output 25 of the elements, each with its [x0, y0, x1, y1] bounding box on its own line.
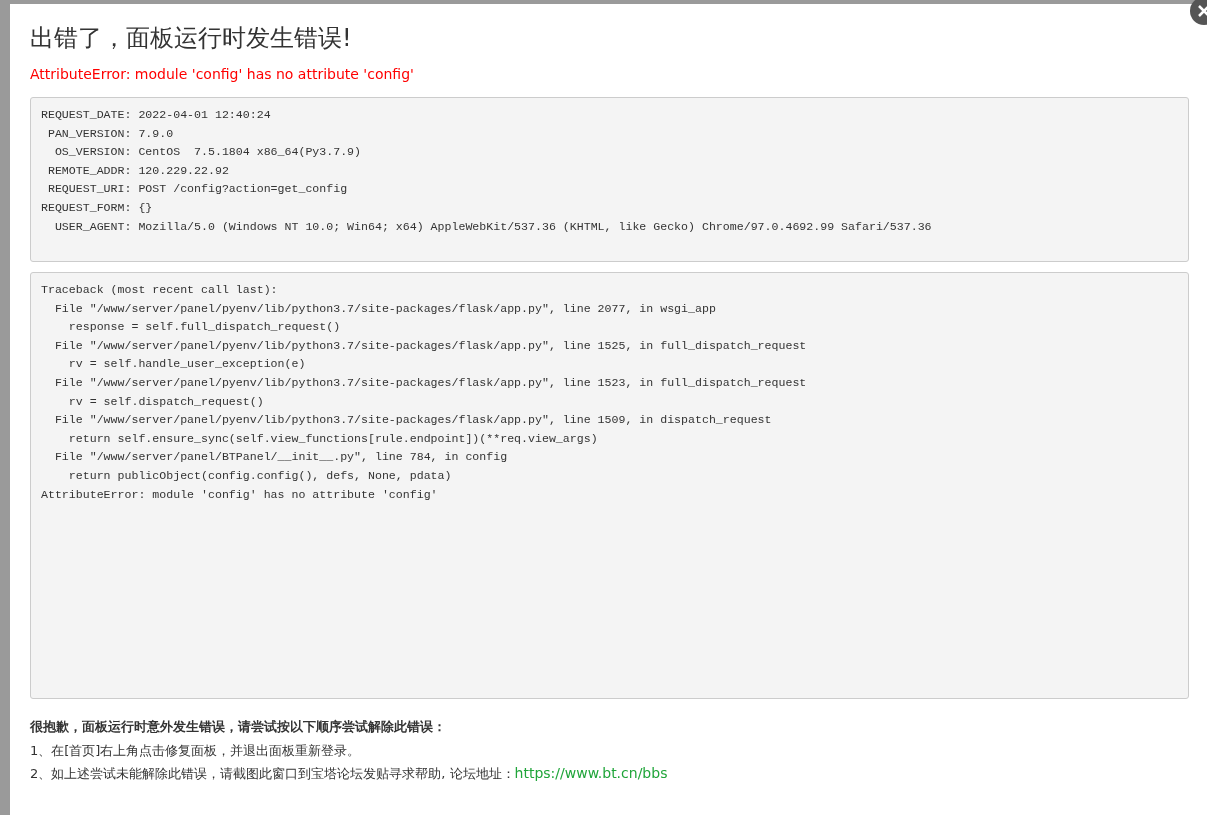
error-message: AttributeError: module 'config' has no attribute 'config' [30, 65, 415, 84]
forum-link[interactable]: https://www.bt.cn/bbs [514, 765, 668, 781]
code-line: return publicObject(config.config(), defs, None, pdata) [67, 467, 452, 484]
code-line: return self.ensure_sync(self.view_functions[rule.endpoint])(**req.view_args) [67, 430, 598, 447]
help-step: 2、如上述尝试未能解除此错误，请截图此窗口到宝塔论坛发贴寻求帮助, 论坛地址： [30, 766, 515, 781]
code-line: File "/www/server/panel/BTPanel/__init__.py", line 784, in config [53, 449, 508, 466]
code-line: Traceback (most recent call last): [41, 282, 278, 298]
code-line: REQUEST_URI: POST /config?action=get_config [46, 181, 348, 198]
code-line: File "/www/server/panel/pyenv/lib/python3.7/site-packages/flask/app.py", line 2077, in wsgi_app [53, 300, 716, 317]
code-line: response = self.full_dispatch_request() [67, 319, 341, 336]
code-line: USER_AGENT: Mozilla/5.0 (Windows NT 10.0; Win64; x64) AppleWebKit/537.36 (KHTML, like Gecko) Chrome/97.0.4692.99 Safari/537.36 [53, 218, 932, 235]
code-line: File "/www/server/panel/pyenv/lib/python3.7/site-packages/flask/app.py", line 1523, in full_dispatch_request [53, 374, 807, 391]
code-line: PAN_VERSION: 7.9.0 [46, 125, 174, 142]
code-line: REQUEST_FORM: {} [41, 199, 153, 216]
help-heading: 很抱歉，面板运行时意外发生错误，请尝试按以下顺序尝试解除此错误： [30, 718, 447, 736]
code-line: REMOTE_ADDR: 120.229.22.92 [46, 162, 229, 179]
dialog-title: 出错了，面板运行时发生错误! [30, 23, 353, 54]
code-line: rv = self.handle_user_exception(e) [67, 356, 306, 373]
code-line: AttributeError: module 'config' has no attribute 'config' [41, 486, 438, 503]
code-line: File "/www/server/panel/pyenv/lib/python3.7/site-packages/flask/app.py", line 1525, in full_dispatch_request [53, 337, 807, 354]
code-line: rv = self.dispatch_request() [67, 393, 264, 410]
help-step: 1、在[首页]右上角点击修复面板，并退出面板重新登录。 [30, 742, 361, 758]
code-line: OS_VERSION: CentOS 7.5.1804 x86_64(Py3.7.9) [53, 144, 362, 161]
code-line: REQUEST_DATE: 2022-04-01 12:40:24 [41, 107, 271, 123]
code-line: File "/www/server/panel/pyenv/lib/python3.7/site-packages/flask/app.py", line 1509, in dispatch_request [53, 412, 772, 429]
